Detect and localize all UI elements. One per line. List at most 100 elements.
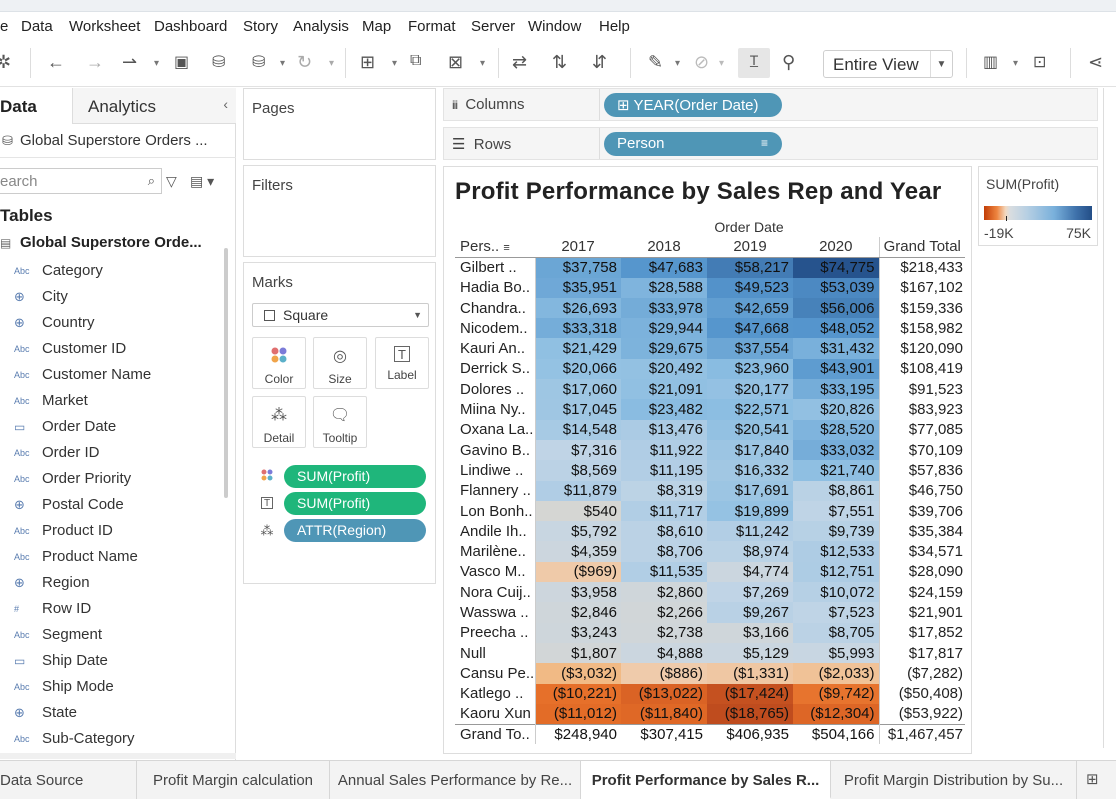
row-grand-total[interactable]: $34,571 xyxy=(878,541,965,562)
data-source-item[interactable]: ⛁ Global Superstore Orders ... xyxy=(0,126,236,158)
row-label[interactable]: Chandra.. xyxy=(455,297,536,319)
heatmap-cell[interactable]: $42,659 xyxy=(707,297,793,319)
heatmap-cell[interactable]: $2,738 xyxy=(621,622,707,643)
row-header[interactable]: Pers.. ≡ xyxy=(455,237,535,258)
row-label[interactable]: Hadia Bo.. xyxy=(455,277,536,298)
heatmap-cell[interactable]: $49,523 xyxy=(707,277,793,298)
heatmap-cell[interactable]: $20,177 xyxy=(707,379,793,400)
heatmap-cell[interactable]: ($969) xyxy=(535,561,621,583)
menu-item-dashboard[interactable]: Dashboard xyxy=(154,18,227,35)
heatmap-cell[interactable]: $37,758 xyxy=(535,257,621,278)
heatmap-cell[interactable]: $43,901 xyxy=(793,358,879,380)
heatmap-cell[interactable]: $11,242 xyxy=(707,521,793,542)
grand-total-header[interactable]: Grand Total xyxy=(878,237,965,258)
field-market[interactable]: Abc Market xyxy=(14,392,88,412)
heatmap-cell[interactable]: $21,091 xyxy=(621,379,707,400)
year-header[interactable]: 2019 xyxy=(707,237,793,258)
heatmap-cell[interactable]: ($886) xyxy=(621,663,707,684)
grand-total-row-label[interactable]: Grand To.. xyxy=(455,723,536,745)
heatmap-cell[interactable]: $35,951 xyxy=(535,277,621,298)
heatmap-cell[interactable]: $74,775 xyxy=(793,257,879,278)
heatmap-cell[interactable]: ($11,012) xyxy=(535,703,621,725)
highlight-icon[interactable]: ✎ xyxy=(648,52,663,73)
field-order-id[interactable]: Abc Order ID xyxy=(14,444,100,464)
menu-item-format[interactable]: Format xyxy=(408,18,456,35)
column-grand-total[interactable]: $307,415 xyxy=(621,723,707,745)
sort-descending-icon[interactable]: ⇵ xyxy=(592,52,607,73)
label-button[interactable]: T Label xyxy=(375,337,429,389)
heatmap-cell[interactable]: $1,807 xyxy=(535,642,621,664)
heatmap-cell[interactable]: $4,888 xyxy=(621,642,707,664)
expand-icon[interactable]: ⊞ xyxy=(617,97,630,114)
new-data-source-icon[interactable]: ⛁ xyxy=(212,52,225,72)
row-grand-total[interactable]: $120,090 xyxy=(878,338,965,359)
heatmap-cell[interactable]: ($18,765) xyxy=(707,703,793,725)
color-legend[interactable]: SUM(Profit) -19K 75K xyxy=(978,166,1098,246)
row-label[interactable]: Lindiwe .. xyxy=(455,460,536,481)
heatmap-cell[interactable]: ($3,032) xyxy=(535,663,621,684)
heatmap-cell[interactable]: $12,533 xyxy=(793,541,879,562)
chevron-down-icon[interactable]: ▾ xyxy=(392,58,397,69)
heatmap-cell[interactable]: $11,922 xyxy=(621,439,707,461)
heatmap-cell[interactable]: $33,195 xyxy=(793,379,879,400)
row-grand-total[interactable]: $46,750 xyxy=(878,480,965,501)
row-grand-total[interactable]: $167,102 xyxy=(878,277,965,298)
field-region[interactable]: ⊕ Region xyxy=(14,574,90,594)
columns-shelf[interactable]: iii Columns ⊞ YEAR(Order Date) xyxy=(443,88,1098,121)
row-label[interactable]: Wasswa .. xyxy=(455,602,536,623)
row-label[interactable]: Oxana La.. xyxy=(455,419,536,440)
fix-axes-icon[interactable]: ⚲ xyxy=(782,52,795,73)
heatmap-cell[interactable]: ($9,742) xyxy=(793,683,879,704)
menu-item-map[interactable]: Map xyxy=(362,18,391,35)
heatmap-cell[interactable]: $8,861 xyxy=(793,480,879,501)
field-product-name[interactable]: Abc Product Name xyxy=(14,548,138,568)
row-grand-total[interactable]: $57,836 xyxy=(878,460,965,481)
row-label[interactable]: Cansu Pe.. xyxy=(455,663,536,684)
heatmap-cell[interactable]: ($10,221) xyxy=(535,683,621,704)
heatmap-cell[interactable]: $33,032 xyxy=(793,439,879,461)
heatmap-cell[interactable]: $20,492 xyxy=(621,358,707,380)
row-label[interactable]: Nora Cuij.. xyxy=(455,582,536,603)
heatmap-cell[interactable]: $7,523 xyxy=(793,602,879,623)
column-grand-total[interactable]: $248,940 xyxy=(535,723,621,745)
row-grand-total[interactable]: ($50,408) xyxy=(878,683,965,704)
field-state[interactable]: ⊕ State xyxy=(14,704,77,724)
row-label[interactable]: Marilène.. xyxy=(455,541,536,562)
heatmap-cell[interactable]: ($11,840) xyxy=(621,703,707,725)
menu-item-analysis[interactable]: Analysis xyxy=(293,18,349,35)
field-customer-name[interactable]: Abc Customer Name xyxy=(14,366,151,386)
menu-item-worksheet[interactable]: Worksheet xyxy=(69,18,140,35)
heatmap-cell[interactable]: $11,195 xyxy=(621,460,707,481)
row-grand-total[interactable]: $159,336 xyxy=(878,297,965,319)
collapse-pane-icon[interactable]: ‹ xyxy=(223,96,228,112)
row-label[interactable]: Preecha .. xyxy=(455,622,536,643)
row-label[interactable]: Vasco M.. xyxy=(455,561,536,583)
heatmap-cell[interactable]: $17,045 xyxy=(535,399,621,420)
row-label[interactable]: Lon Bonh.. xyxy=(455,500,536,522)
heatmap-cell[interactable]: $22,571 xyxy=(707,399,793,420)
mark-type-select[interactable]: Square ▼ xyxy=(252,303,429,327)
year-order-date-pill[interactable]: ⊞ YEAR(Order Date) xyxy=(604,93,782,117)
heatmap-cell[interactable]: $5,129 xyxy=(707,642,793,664)
new-worksheet-icon[interactable]: ⊞ xyxy=(1086,770,1099,788)
heatmap-cell[interactable]: $47,668 xyxy=(707,318,793,339)
heatmap-cell[interactable]: $9,267 xyxy=(707,602,793,623)
heatmap-cell[interactable]: $7,316 xyxy=(535,439,621,461)
field-sub-category[interactable]: Abc Sub-Category xyxy=(14,730,135,750)
swap-rows-columns-icon[interactable]: ⇄ xyxy=(512,52,527,73)
row-grand-total[interactable]: $70,109 xyxy=(878,439,965,461)
show-mark-labels-icon[interactable]: T̲ xyxy=(738,48,770,78)
presentation-mode-icon[interactable]: ⊡ xyxy=(1033,52,1046,72)
clear-sheet-icon[interactable]: ⊠ xyxy=(448,52,463,73)
share-icon[interactable]: ⋖ xyxy=(1088,52,1103,73)
tab-profit-performance[interactable]: Profit Performance by Sales R... xyxy=(581,761,831,799)
heatmap-cell[interactable]: $29,675 xyxy=(621,338,707,359)
row-grand-total[interactable]: $77,085 xyxy=(878,419,965,440)
chevron-down-icon[interactable]: ▾ xyxy=(1013,58,1018,69)
field-country[interactable]: ⊕ Country xyxy=(14,314,95,334)
table-item[interactable]: ▤ Global Superstore Orde... xyxy=(0,234,202,251)
heatmap-cell[interactable]: $20,066 xyxy=(535,358,621,380)
row-grand-total[interactable]: $218,433 xyxy=(878,257,965,278)
field-ship-date[interactable]: ▭ Ship Date xyxy=(14,652,108,672)
row-label[interactable]: Gavino B.. xyxy=(455,439,536,461)
